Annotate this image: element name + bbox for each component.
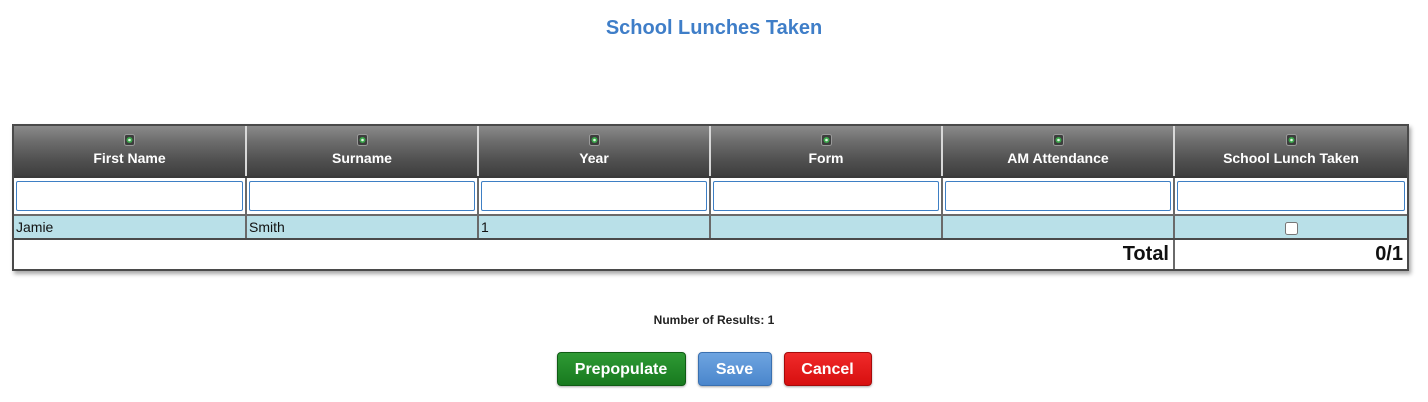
cell-year: 1 bbox=[478, 215, 711, 240]
total-row: Total 0/1 bbox=[14, 239, 1407, 269]
column-header-am-attendance[interactable]: AM Attendance bbox=[942, 126, 1175, 178]
cell-am-attendance bbox=[942, 215, 1175, 240]
lunch-table: First Name Surname Year Form AM Attendan… bbox=[14, 126, 1407, 269]
filter-school-lunch-taken-input[interactable] bbox=[1177, 181, 1405, 211]
sort-icon[interactable] bbox=[124, 134, 135, 146]
filter-first-name-input[interactable] bbox=[16, 181, 243, 211]
column-label: AM Attendance bbox=[1007, 150, 1109, 166]
filter-cell bbox=[1174, 177, 1407, 216]
filter-cell bbox=[478, 177, 711, 216]
results-count: Number of Results: 1 bbox=[653, 313, 775, 327]
sort-icon[interactable] bbox=[1052, 134, 1064, 146]
filter-cell bbox=[710, 177, 943, 216]
column-header-school-lunch-taken[interactable]: School Lunch Taken bbox=[1174, 126, 1407, 178]
sort-icon[interactable] bbox=[820, 134, 832, 146]
column-header-surname[interactable]: Surname bbox=[246, 126, 479, 178]
table-row[interactable]: Jamie Smith 1 bbox=[14, 215, 1407, 240]
filter-year-input[interactable] bbox=[481, 181, 707, 211]
cell-surname: Smith bbox=[246, 215, 479, 240]
school-lunch-taken-checkbox[interactable] bbox=[1284, 221, 1298, 235]
filter-cell bbox=[14, 177, 247, 216]
sort-icon[interactable] bbox=[356, 134, 368, 146]
cell-school-lunch-taken bbox=[1174, 215, 1407, 240]
page-title: School Lunches Taken bbox=[605, 17, 823, 39]
prepopulate-button[interactable]: Prepopulate bbox=[556, 352, 686, 386]
filter-row bbox=[14, 177, 1407, 216]
save-button[interactable]: Save bbox=[697, 352, 772, 386]
filter-cell bbox=[942, 177, 1175, 216]
filter-cell bbox=[246, 177, 479, 216]
column-label: Form bbox=[808, 150, 844, 166]
sort-icon[interactable] bbox=[588, 134, 600, 146]
column-header-first-name[interactable]: First Name bbox=[14, 126, 247, 178]
cell-form bbox=[710, 215, 943, 240]
header-row: First Name Surname Year Form AM Attendan… bbox=[14, 126, 1407, 178]
column-label: School Lunch Taken bbox=[1223, 150, 1359, 166]
cell-first-name: Jamie bbox=[14, 215, 247, 240]
sort-icon[interactable] bbox=[1285, 134, 1297, 146]
total-label: Total bbox=[14, 239, 1175, 269]
lunch-grid: First Name Surname Year Form AM Attendan… bbox=[12, 124, 1409, 271]
column-label: Year bbox=[579, 150, 609, 166]
column-header-form[interactable]: Form bbox=[710, 126, 943, 178]
action-buttons: Prepopulate Save Cancel bbox=[0, 352, 1428, 386]
cancel-button[interactable]: Cancel bbox=[783, 352, 872, 386]
filter-surname-input[interactable] bbox=[249, 181, 475, 211]
filter-form-input[interactable] bbox=[713, 181, 939, 211]
column-header-year[interactable]: Year bbox=[478, 126, 711, 178]
column-label: First Name bbox=[93, 150, 166, 166]
total-value: 0/1 bbox=[1174, 239, 1407, 269]
filter-am-attendance-input[interactable] bbox=[945, 181, 1171, 211]
column-label: Surname bbox=[332, 150, 392, 166]
